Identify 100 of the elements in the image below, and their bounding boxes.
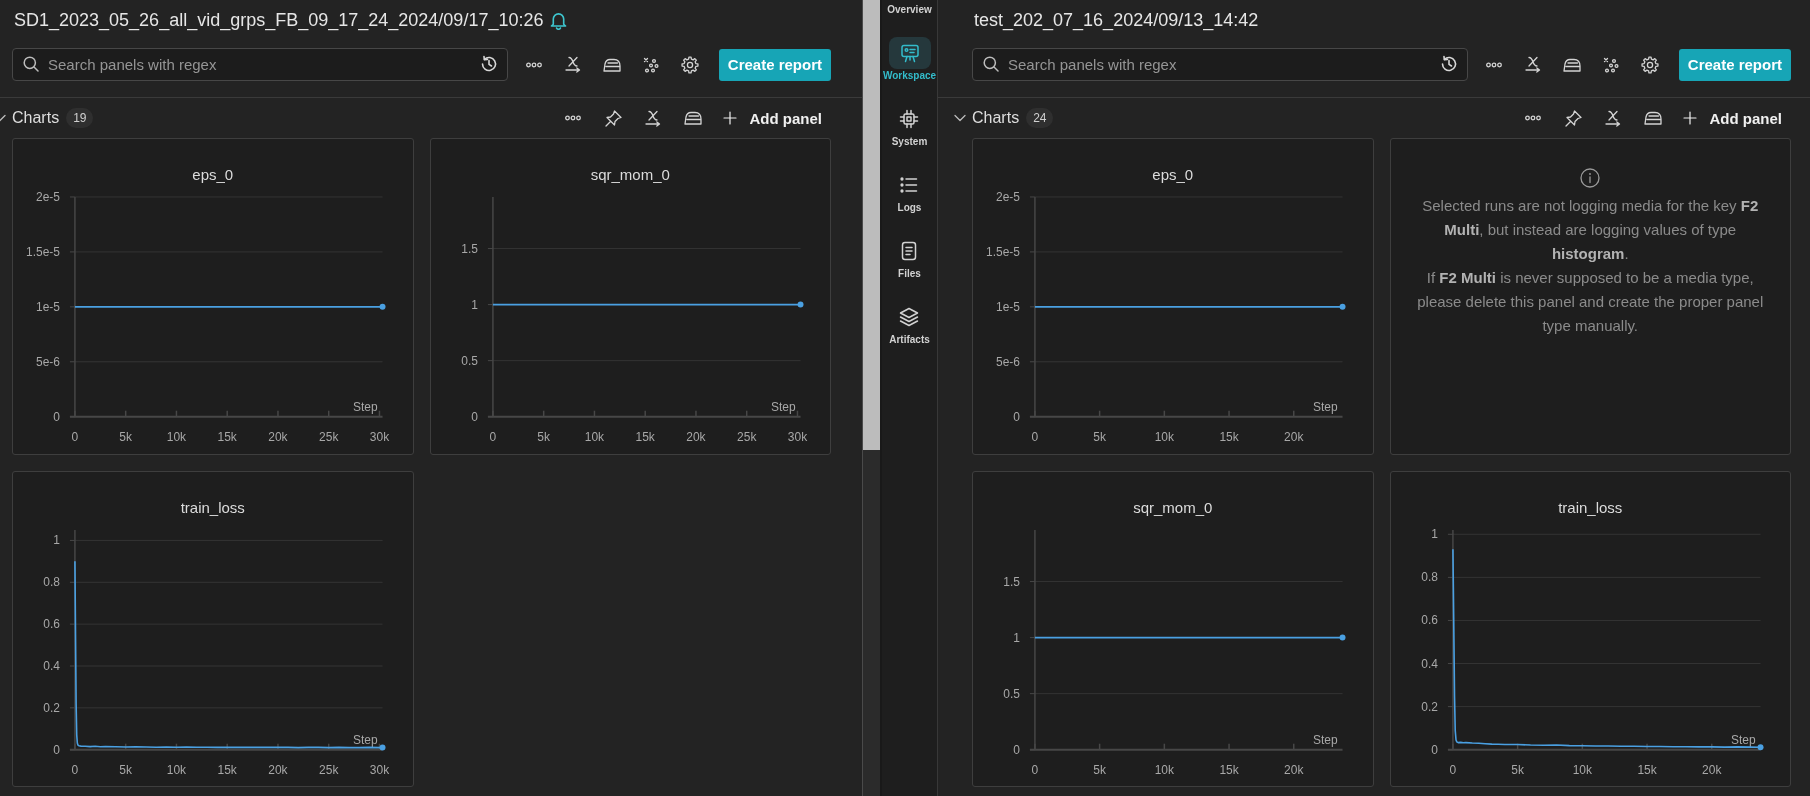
easel-icon <box>888 37 931 69</box>
y-tick-label: 0.4 <box>1420 656 1438 671</box>
y-tick-label: 0 <box>470 409 478 424</box>
sidebar-item[interactable]: Workspace <box>882 37 937 82</box>
sidebar-item[interactable]: Logs <box>897 169 922 214</box>
x-tick-label: 15k <box>1219 429 1239 444</box>
message-text: If F2 Multi is never supposed to be a media type, please delete this panel and create the proper panel type manually. <box>1416 268 1765 336</box>
chart-title: train_loss <box>179 497 246 517</box>
chart-title: sqr_mom_0 <box>1132 497 1214 517</box>
sidebar-item[interactable]: Artifacts <box>889 301 930 346</box>
scatter-plot-icon[interactable] <box>1602 56 1619 73</box>
message-text: Selected runs are not logging media for the key F2 Multi, but instead are logging values of type histogram. <box>1421 196 1760 264</box>
x-tick-label: 25k <box>736 429 756 444</box>
sidebar-item[interactable]: Files <box>898 235 921 280</box>
x-tick-label: 10k <box>1572 762 1592 777</box>
x-tick-label: 30k <box>369 762 390 777</box>
iron-icon[interactable] <box>1644 111 1663 125</box>
x-tick-label: 0 <box>71 429 79 444</box>
x-tick-label: 5k <box>119 429 132 444</box>
x-tick-label: 10k <box>166 429 187 444</box>
y-tick-label: 1 <box>53 533 60 548</box>
end-point-icon <box>379 303 386 310</box>
y-tick-label: 1.5 <box>460 241 478 256</box>
iron-icon[interactable] <box>1562 57 1581 72</box>
chevron-icon[interactable] <box>954 114 966 122</box>
end-point-icon <box>1339 634 1346 641</box>
plus-icon <box>723 111 738 125</box>
x-tick-label: 15k <box>217 762 237 777</box>
y-tick-label: 0 <box>1013 409 1020 424</box>
sidebar-item[interactable]: Overview <box>887 4 932 16</box>
x-tick-label: 5k <box>536 429 550 444</box>
search-icon <box>983 56 999 72</box>
chart-title: sqr_mom_0 <box>589 165 671 184</box>
x-axis-icon[interactable] <box>1524 56 1541 73</box>
scrollbar-thumb[interactable] <box>863 0 880 450</box>
y-tick-label: 1.5 <box>1003 574 1020 589</box>
settings-icon[interactable] <box>680 55 699 74</box>
y-tick-label: 1.5e-5 <box>986 244 1020 259</box>
ellipsis-icon[interactable] <box>1485 61 1502 68</box>
chart-title: eps_0 <box>191 165 235 184</box>
x-tick-label: 10k <box>1154 762 1174 777</box>
end-point-icon <box>1757 744 1764 750</box>
search-icon <box>23 56 39 72</box>
x-tick-label: 0 <box>71 762 79 777</box>
x-tick-label: 25k <box>319 762 339 777</box>
search-field[interactable]: Search panels with regex <box>972 48 1468 81</box>
end-point-icon <box>1339 303 1346 310</box>
y-tick-label: 0.8 <box>43 574 60 589</box>
x-tick-label: 10k <box>584 429 604 444</box>
search-field[interactable]: Search panels with regex <box>12 48 508 81</box>
run-title: SD1_2023_05_26_all_vid_grps_FB_09_17_24_2024/09/17_10:26 <box>14 9 544 31</box>
panel-count: 24 <box>1026 108 1054 128</box>
pin-icon[interactable] <box>1565 109 1582 127</box>
add-panel-button[interactable]: Add panel <box>1683 109 1782 127</box>
section-title[interactable]: Charts <box>972 109 1020 127</box>
settings-icon[interactable] <box>1640 55 1659 74</box>
x-tick-label: 20k <box>268 429 288 444</box>
y-tick-label: 5e-6 <box>996 354 1020 369</box>
y-tick-label: 0 <box>53 742 60 757</box>
y-tick-label: 0.6 <box>43 616 60 631</box>
ellipsis-icon[interactable] <box>1525 115 1542 121</box>
iron-icon[interactable] <box>684 111 703 125</box>
panel-count: 19 <box>66 108 94 128</box>
x-axis-label: Step <box>1730 732 1756 747</box>
sidebar-item[interactable]: System <box>891 103 928 148</box>
y-tick-label: 0.5 <box>460 353 478 368</box>
x-axis-icon[interactable] <box>1605 109 1622 127</box>
end-point-icon <box>379 744 386 751</box>
list-icon <box>899 175 920 195</box>
ellipsis-icon[interactable] <box>525 61 542 68</box>
history-icon[interactable] <box>479 55 498 73</box>
history-icon[interactable] <box>1439 55 1458 73</box>
x-tick-label: 30k <box>787 429 807 444</box>
chart-title: eps_0 <box>1151 165 1195 184</box>
pin-icon[interactable] <box>605 109 622 127</box>
section-title[interactable]: Charts <box>12 109 60 127</box>
scatter-plot-icon[interactable] <box>642 56 659 73</box>
x-axis-label: Step <box>352 399 378 414</box>
x-tick-label: 0 <box>1031 429 1039 444</box>
end-point-icon <box>797 301 804 308</box>
x-tick-label: 15k <box>217 429 237 444</box>
y-tick-label: 0 <box>1430 742 1438 757</box>
y-tick-label: 0.2 <box>1420 699 1438 714</box>
bell-icon[interactable] <box>550 10 568 30</box>
x-tick-label: 20k <box>685 429 706 444</box>
x-axis-icon[interactable] <box>564 56 581 73</box>
y-tick-label: 0.6 <box>1420 613 1438 628</box>
y-tick-label: 0 <box>53 409 60 424</box>
y-tick-label: 0.8 <box>1420 570 1438 585</box>
y-tick-label: 1 <box>470 297 478 312</box>
y-tick-label: 1.5e-5 <box>26 244 60 259</box>
add-panel-button[interactable]: Add panel <box>723 109 822 127</box>
ellipsis-icon[interactable] <box>565 115 582 121</box>
iron-icon[interactable] <box>602 57 621 72</box>
chevron-icon[interactable] <box>0 114 6 122</box>
x-axis-icon[interactable] <box>645 109 662 127</box>
x-axis-label: Step <box>770 399 796 414</box>
plus-icon <box>1683 111 1698 125</box>
layers-icon <box>899 307 920 327</box>
x-axis-label: Step <box>1312 399 1338 414</box>
